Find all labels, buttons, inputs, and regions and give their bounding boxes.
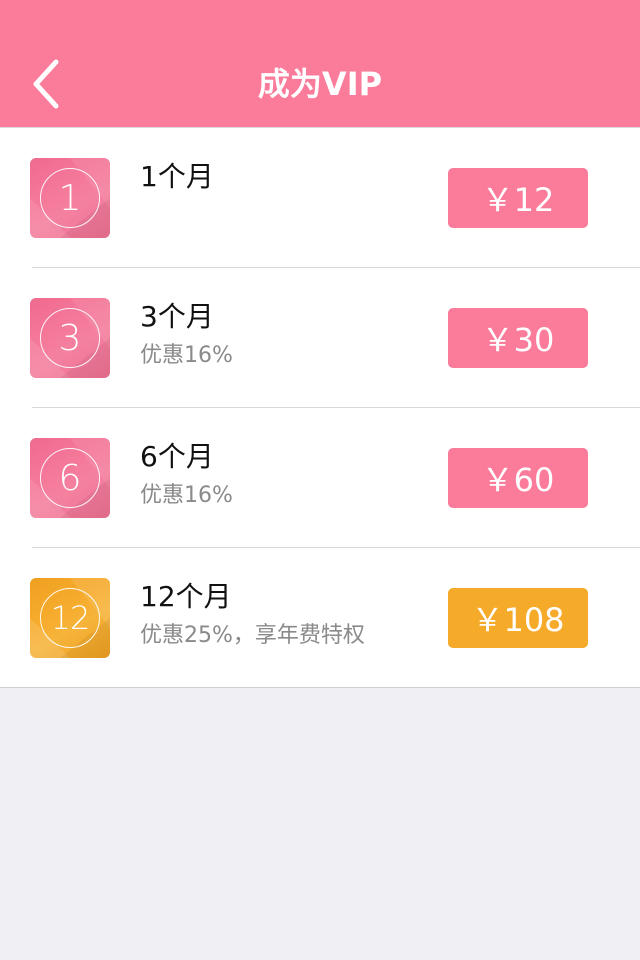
plan-badge-icon: 1 bbox=[30, 158, 110, 238]
plan-title: 3个月 bbox=[140, 300, 214, 333]
plan-title: 1个月 bbox=[140, 160, 214, 193]
buy-6-months-button[interactable]: ￥60 bbox=[448, 448, 588, 508]
vip-plan-list: 1 1个月 ￥12 3 3个月 优惠16% ￥30 6 6个月 优惠16% ￥6… bbox=[0, 128, 640, 688]
plan-badge-icon: 3 bbox=[30, 298, 110, 378]
plan-row[interactable]: 6 6个月 优惠16% ￥60 bbox=[0, 408, 640, 548]
plan-title: 6个月 bbox=[140, 440, 214, 473]
plan-discount: 优惠16% bbox=[140, 483, 233, 508]
plan-badge-number: 3 bbox=[40, 308, 100, 368]
plan-row[interactable]: 1 1个月 ￥12 bbox=[0, 128, 640, 268]
buy-3-months-button[interactable]: ￥30 bbox=[448, 308, 588, 368]
plan-badge-number: 12 bbox=[40, 588, 100, 648]
buy-12-months-button[interactable]: ￥108 bbox=[448, 588, 588, 648]
plan-badge-icon: 6 bbox=[30, 438, 110, 518]
page-title: 成为VIP bbox=[257, 65, 383, 103]
plan-badge-number: 6 bbox=[40, 448, 100, 508]
plan-title: 12个月 bbox=[140, 580, 232, 613]
buy-1-month-button[interactable]: ￥12 bbox=[448, 168, 588, 228]
plan-badge-icon: 12 bbox=[30, 578, 110, 658]
plan-row[interactable]: 3 3个月 优惠16% ￥30 bbox=[0, 268, 640, 408]
plan-row[interactable]: 12 12个月 优惠25%，享年费特权 ￥108 bbox=[0, 548, 640, 688]
nav-bar: 成为VIP bbox=[0, 0, 640, 128]
plan-discount: 优惠16% bbox=[140, 343, 233, 368]
plan-badge-number: 1 bbox=[40, 168, 100, 228]
plan-discount: 优惠25%，享年费特权 bbox=[140, 623, 365, 648]
